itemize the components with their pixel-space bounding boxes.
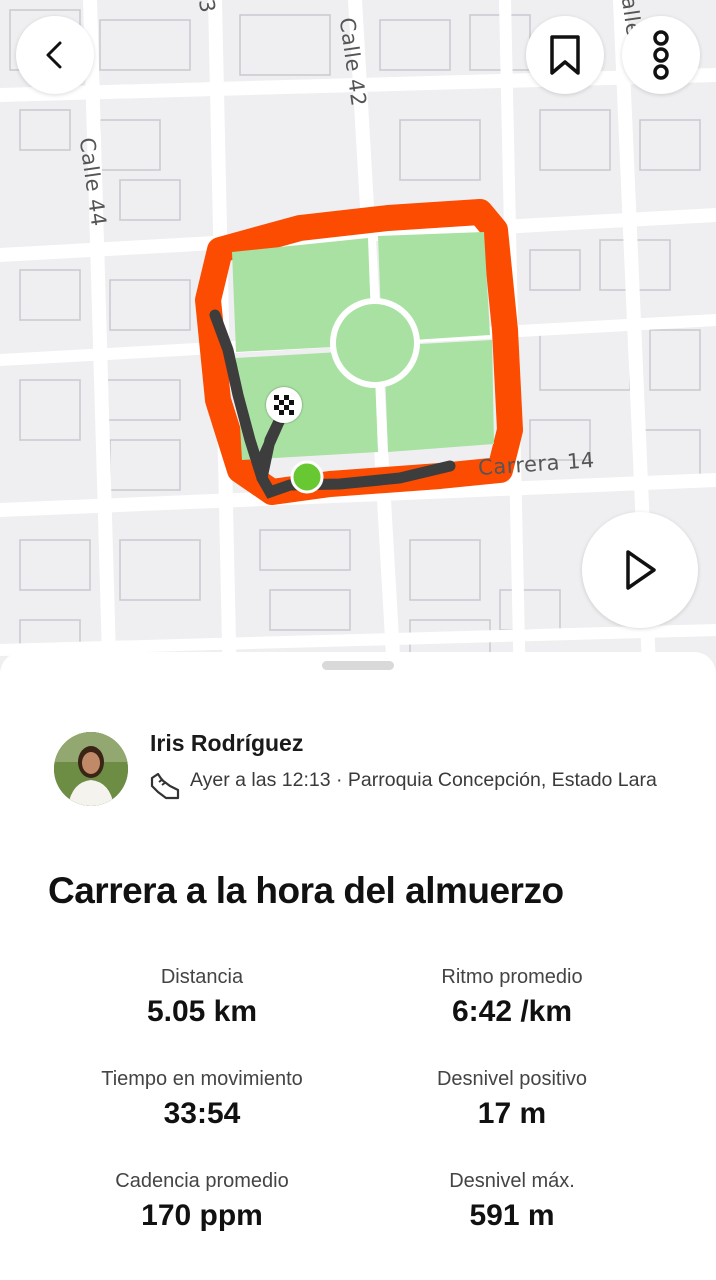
- stat-label: Ritmo promedio: [441, 966, 583, 988]
- running-shoe-icon: [150, 772, 180, 800]
- activity-sheet: Iris Rodríguez Ayer a las 12:13 · Parroq…: [0, 652, 716, 1280]
- stat-label: Distancia: [160, 966, 244, 988]
- more-options-button[interactable]: [622, 16, 700, 94]
- stat-value: 33:54: [163, 1097, 241, 1130]
- stat-value: 591 m: [469, 1199, 555, 1232]
- activity-title: Carrera a la hora del almuerzo: [48, 870, 564, 911]
- stat-max-elevation: Desnivel máx. 591 m: [362, 1170, 662, 1233]
- play-flyover-button[interactable]: [582, 512, 698, 628]
- stat-label: Desnivel máx.: [449, 1170, 575, 1192]
- checkered-flag-icon: [266, 387, 302, 423]
- athlete-name[interactable]: Iris Rodríguez: [150, 730, 303, 757]
- stat-value: 5.05 km: [146, 995, 258, 1028]
- drag-handle[interactable]: [322, 661, 394, 670]
- stat-value: 6:42 /km: [451, 995, 573, 1028]
- stat-value: 170 ppm: [141, 1199, 263, 1232]
- play-icon: [626, 550, 656, 590]
- avatar[interactable]: [54, 732, 128, 806]
- chevron-left-icon: [46, 41, 62, 69]
- bookmark-button[interactable]: [526, 16, 604, 94]
- stat-avg-pace: Ritmo promedio 6:42 /km: [362, 966, 662, 1029]
- stat-distance: Distancia 5.05 km: [52, 966, 352, 1029]
- stat-elevation-gain: Desnivel positivo 17 m: [362, 1068, 662, 1131]
- stat-moving-time: Tiempo en movimiento 33:54: [52, 1068, 352, 1131]
- more-vertical-icon: [653, 30, 669, 80]
- stat-label: Cadencia promedio: [115, 1170, 289, 1192]
- stat-label: Desnivel positivo: [436, 1068, 588, 1090]
- bookmark-icon: [550, 35, 580, 75]
- stat-value: 17 m: [477, 1097, 547, 1130]
- stat-avg-cadence: Cadencia promedio 170 ppm: [52, 1170, 352, 1233]
- back-button[interactable]: [16, 16, 94, 94]
- activity-meta: Ayer a las 12:13 · Parroquia Concepción,…: [190, 769, 657, 791]
- route-map[interactable]: Calle 44 Calle 42 Calle 40 3 Carrera 14: [0, 0, 716, 690]
- start-marker: [290, 460, 324, 494]
- stat-label: Tiempo en movimiento: [101, 1068, 303, 1090]
